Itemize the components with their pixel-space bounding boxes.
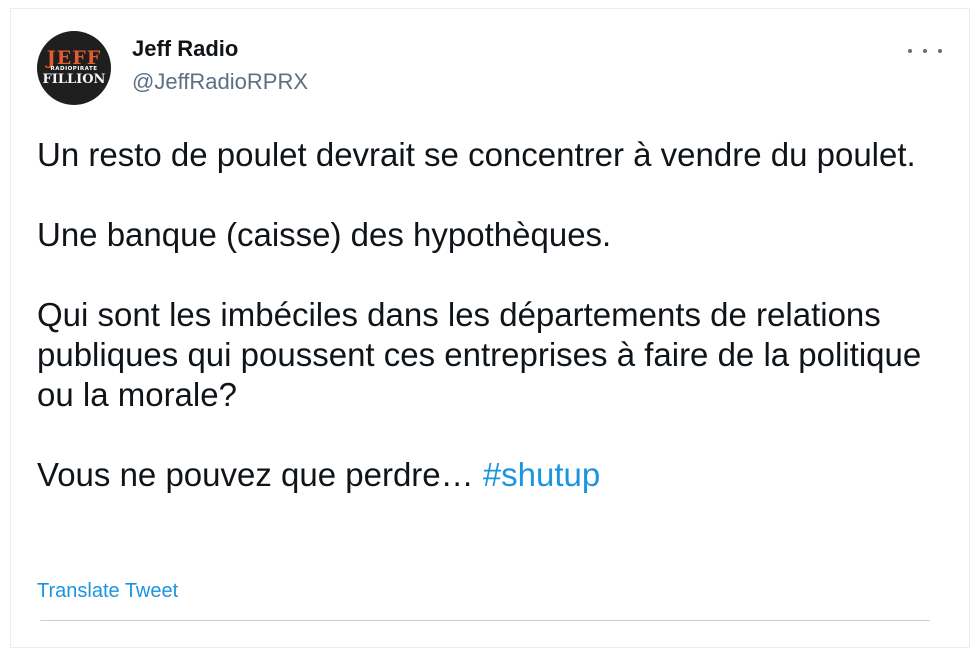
tweet-paragraph: Un resto de poulet devrait se concentrer… bbox=[37, 136, 916, 173]
tweet-paragraph: Qui sont les imbéciles dans les départem… bbox=[37, 296, 922, 413]
tweet-last-line: Vous ne pouvez que perdre… bbox=[37, 456, 483, 493]
tweet-paragraph: Une banque (caisse) des hypothèques. bbox=[37, 216, 612, 253]
dot bbox=[908, 49, 912, 53]
translate-tweet-link[interactable]: Translate Tweet bbox=[37, 578, 178, 604]
tweet-text: Un resto de poulet devrait se concentrer… bbox=[37, 135, 947, 535]
hashtag-link[interactable]: #shutup bbox=[483, 456, 600, 493]
avatar-text-fillion: FILLION bbox=[42, 71, 106, 87]
dot bbox=[938, 49, 942, 53]
more-dots-icon[interactable] bbox=[908, 40, 942, 62]
tweet-paragraph-last: Vous ne pouvez que perdre… #shutup bbox=[37, 455, 947, 495]
avatar-text-jeff: JEFF bbox=[46, 46, 102, 69]
author-handle[interactable]: @JeffRadioRPRX bbox=[132, 69, 308, 95]
author-name[interactable]: Jeff Radio bbox=[132, 36, 238, 62]
divider bbox=[40, 620, 930, 621]
dot bbox=[923, 49, 927, 53]
avatar[interactable]: JEFF RADIOPIRATE FILLION bbox=[37, 31, 111, 105]
